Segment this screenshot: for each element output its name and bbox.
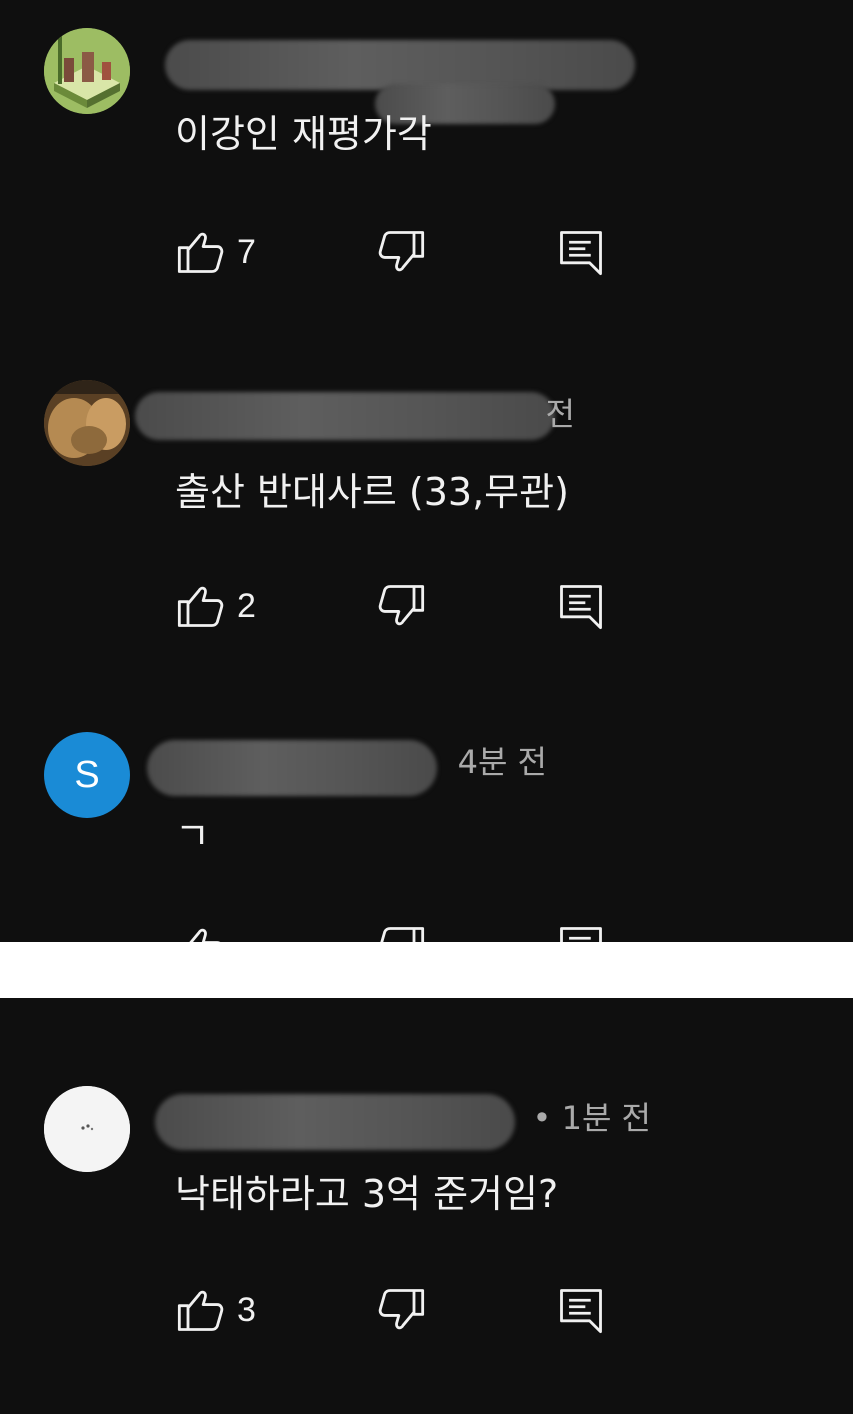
reply-button[interactable]: [555, 576, 607, 636]
reply-button[interactable]: [555, 1280, 607, 1340]
comment-text: 출산 반대사르 (33,무관): [175, 470, 569, 514]
reply-comment-icon: [560, 231, 602, 276]
dislike-button[interactable]: [375, 222, 427, 282]
thumbs-up-icon: [189, 928, 220, 942]
comment-item: • 1분 전 낙태하라고 3억 준거임? 3: [0, 998, 853, 1334]
thumbs-down-icon: [378, 1289, 425, 1330]
comment-time: 4분 전: [457, 743, 547, 781]
comment-item: 전 출산 반대사르 (33,무관) 2: [0, 352, 853, 682]
redacted-username: [155, 1094, 515, 1150]
comment-time: 전: [545, 395, 575, 433]
comment-item: S 4분 전 ㄱ: [0, 704, 853, 942]
avatar[interactable]: [44, 28, 130, 114]
comments-panel-bottom: • 1분 전 낙태하라고 3억 준거임? 3: [0, 998, 853, 1414]
comments-panel-top: 이강인 재평가각 7 전 출산 반대사르 (33,무관) 2 S 4분 전 ㄱ: [0, 0, 853, 942]
reply-button[interactable]: [555, 222, 607, 282]
comment-meta: 4분 전: [147, 738, 695, 796]
comment-actions: [175, 918, 635, 942]
dislike-button[interactable]: [375, 1280, 427, 1340]
redacted-username: [147, 740, 437, 796]
avatar-image-icon: [44, 380, 130, 466]
dislike-button[interactable]: [375, 918, 427, 942]
avatar-image-icon: [44, 28, 130, 114]
avatar[interactable]: S: [44, 732, 130, 818]
comment-time: • 1분 전: [532, 1099, 651, 1137]
thumbs-down-icon: [378, 585, 425, 626]
like-button[interactable]: 2: [175, 576, 256, 636]
dislike-button[interactable]: [375, 576, 427, 636]
comment-actions: 3: [175, 1280, 635, 1340]
thumbs-up-icon: [177, 232, 224, 273]
reply-comment-icon: [560, 1289, 602, 1334]
thumbs-down-icon: [380, 927, 425, 942]
reply-comment-icon: [560, 585, 602, 630]
comment-actions: 2: [175, 576, 635, 636]
reply-button[interactable]: [555, 918, 607, 942]
like-count: 3: [237, 1290, 256, 1329]
comment-meta: [165, 40, 695, 124]
like-count: 7: [237, 232, 256, 271]
comment-text: 이강인 재평가각: [175, 112, 432, 156]
comment-text: 낙태하라고 3억 준거임?: [175, 1172, 559, 1216]
like-button[interactable]: [175, 918, 227, 942]
avatar[interactable]: [44, 1086, 130, 1172]
redacted-username: [135, 392, 555, 440]
avatar-letter: S: [74, 753, 100, 796]
like-button[interactable]: 7: [175, 222, 256, 282]
thumbs-down-icon: [378, 231, 425, 272]
comment-meta: 전: [135, 390, 695, 440]
comment-meta: • 1분 전: [155, 1094, 695, 1150]
thumbs-up-icon: [177, 1290, 224, 1331]
like-count: 2: [237, 586, 256, 625]
comment-text: ㄱ: [175, 814, 210, 858]
avatar-image-icon: [44, 1086, 130, 1172]
comment-item: 이강인 재평가각 7: [0, 0, 853, 330]
avatar[interactable]: [44, 380, 130, 466]
like-button[interactable]: 3: [175, 1280, 256, 1340]
redacted-username: [165, 40, 635, 90]
thumbs-up-icon: [177, 586, 224, 627]
reply-comment-icon: [560, 927, 602, 942]
comment-actions: 7: [175, 222, 635, 282]
